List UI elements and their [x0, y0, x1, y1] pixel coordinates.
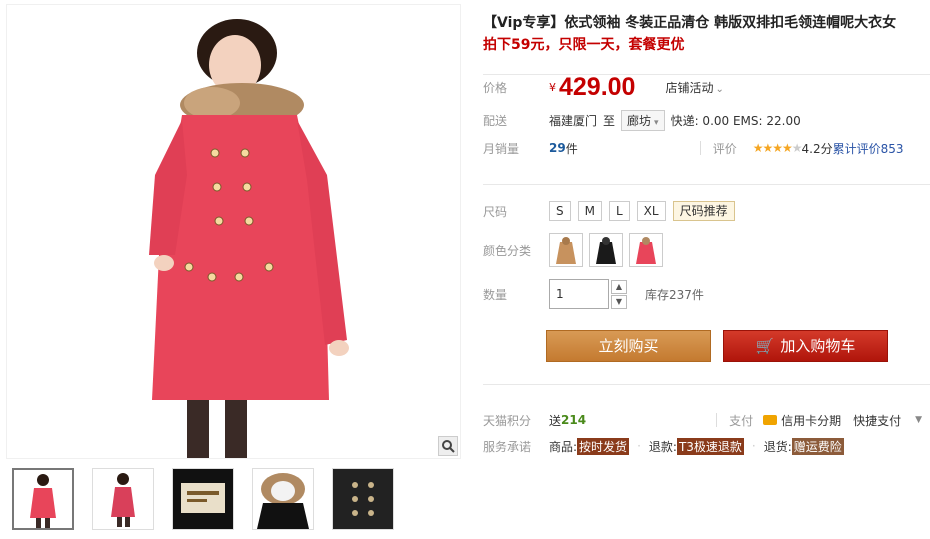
shipping-fees: 快递: 0.00 EMS: 22.00: [670, 113, 801, 128]
size-option-s[interactable]: S: [549, 201, 571, 221]
price-value: 429.00: [559, 72, 636, 101]
color-option-red[interactable]: [629, 233, 663, 267]
points-row: 天猫积分 送 214 支付 信用卡分期 快捷支付 ▼: [483, 410, 930, 430]
chevron-down-icon: ⌄: [715, 83, 724, 95]
monthly-sales-count: 29: [549, 141, 566, 155]
thumbnail-strip: [12, 468, 394, 530]
product-info-panel: 【Vip专享】依式领袖 冬装正品清仓 韩版双排扣毛领连帽呢大衣女 拍下59元，只…: [483, 12, 930, 455]
divider: [699, 141, 701, 155]
credit-installment-link[interactable]: 信用卡分期: [781, 412, 841, 429]
thumbnail-5[interactable]: [332, 468, 394, 530]
model-in-red-coat-image: [149, 19, 349, 458]
cart-icon: 🛒: [755, 337, 775, 355]
store-promo-label: 店铺活动: [665, 80, 714, 95]
thumbnail-3[interactable]: [172, 468, 234, 530]
shipping-label: 配送: [483, 113, 508, 128]
destination-city-value: 廊坊: [627, 113, 652, 128]
zoom-icon[interactable]: [438, 436, 458, 456]
product-gallery: [0, 0, 463, 539]
add-to-cart-label: 加入购物车: [780, 337, 856, 355]
add-to-cart-button[interactable]: 🛒 加入购物车: [723, 330, 888, 362]
quantity-stepper: ▲ ▼: [611, 279, 627, 309]
size-option-xl[interactable]: XL: [636, 201, 666, 221]
shipping-origin: 福建厦门: [549, 113, 598, 128]
divider: [483, 384, 930, 385]
divider: [716, 413, 718, 427]
thumbnail-1[interactable]: [12, 468, 74, 530]
price-row: 价格 ¥ 429.00 店铺活动 ⌄: [483, 72, 724, 102]
fast-refund-badge[interactable]: T3极速退款: [676, 437, 744, 455]
credit-card-icon: [763, 415, 778, 425]
product-promo-subtitle: 拍下59元，只限一天，套餐更优: [483, 37, 685, 53]
price-label: 价格: [483, 80, 508, 95]
product-title: 【Vip专享】依式领袖 冬装正品清仓 韩版双排扣毛领连帽呢大衣女: [483, 15, 897, 31]
size-option-m[interactable]: M: [577, 201, 602, 221]
quantity-label: 数量: [483, 287, 508, 302]
rating-label: 评价: [712, 141, 737, 156]
destination-city-select[interactable]: 廊坊 ▾: [621, 109, 665, 131]
color-row: 颜色分类: [483, 232, 669, 268]
sales-row: 月销量 29 件 评价 ★★★★★ 4.2分 累计评价853: [483, 138, 930, 158]
quantity-input[interactable]: [549, 279, 609, 309]
chevron-down-icon: ▾: [654, 117, 659, 128]
currency-symbol: ¥: [549, 80, 556, 94]
thumbnail-2[interactable]: [92, 468, 154, 530]
points-prefix: 送: [549, 413, 562, 428]
increment-icon[interactable]: ▲: [611, 279, 627, 294]
on-time-shipping-badge[interactable]: 按时发货: [577, 437, 630, 455]
size-recommend-button[interactable]: 尺码推荐: [672, 201, 735, 221]
tmall-points-label: 天猫积分: [483, 413, 532, 428]
divider: [483, 184, 930, 185]
monthly-sales-unit: 件: [565, 141, 578, 156]
size-row: 尺码 S M L XL 尺码推荐: [483, 200, 742, 222]
shipping-to: 至: [603, 113, 616, 128]
service-goods-label: 商品:: [549, 439, 578, 454]
size-option-l[interactable]: L: [608, 201, 630, 221]
service-return-label: 退货:: [763, 439, 792, 454]
shipping-insurance-badge[interactable]: 赠运费险: [791, 437, 844, 455]
color-option-black[interactable]: [589, 233, 623, 267]
reviews-link[interactable]: 累计评价853: [833, 140, 904, 157]
color-label: 颜色分类: [483, 243, 532, 258]
store-promo-dropdown[interactable]: 店铺活动 ⌄: [665, 79, 723, 96]
quantity-row: 数量 ▲ ▼ 库存237件: [483, 278, 704, 310]
service-refund-label: 退款:: [648, 439, 677, 454]
points-value: 214: [561, 413, 587, 427]
stock-count: 库存237件: [645, 287, 704, 302]
service-row: 服务承诺 商品: 按时发货 · 退款: T3极速退款 · 退货: 赠运费险: [483, 437, 844, 455]
monthly-sales-label: 月销量: [483, 141, 520, 156]
color-option-camel[interactable]: [549, 233, 583, 267]
rating-score: 4.2分: [801, 141, 833, 156]
thumbnail-4[interactable]: [252, 468, 314, 530]
payment-label: 支付: [729, 413, 754, 428]
main-product-image[interactable]: [6, 4, 461, 459]
buy-now-button[interactable]: 立刻购买: [546, 330, 711, 362]
rating-stars-icon: ★★★★★: [752, 141, 803, 155]
size-label: 尺码: [483, 204, 508, 219]
chevron-down-icon[interactable]: ▼: [915, 415, 922, 425]
quick-pay-link[interactable]: 快捷支付: [853, 412, 901, 429]
service-label: 服务承诺: [483, 439, 532, 454]
shipping-row: 配送 福建厦门 至 廊坊 ▾ 快递: 0.00 EMS: 22.00: [483, 109, 801, 131]
decrement-icon[interactable]: ▼: [611, 294, 627, 309]
